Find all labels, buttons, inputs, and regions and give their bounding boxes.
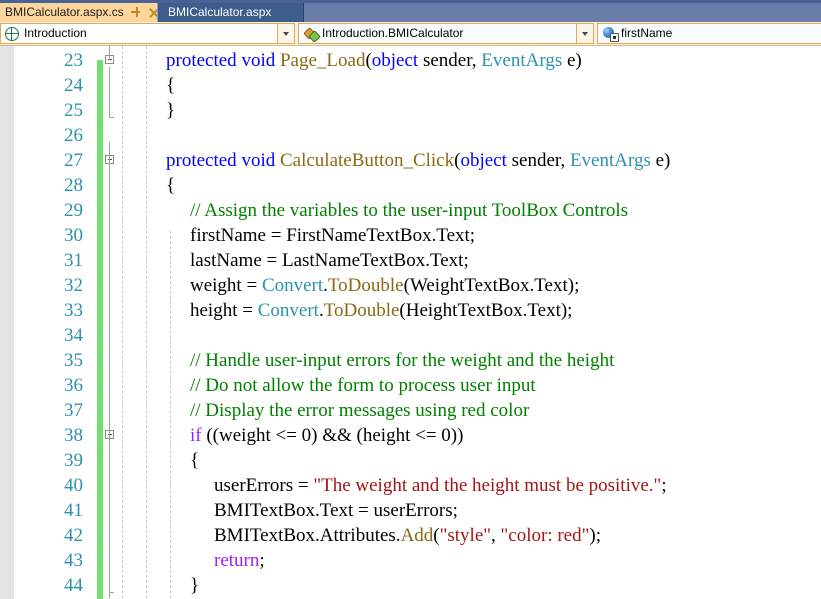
code-line[interactable]: { bbox=[166, 73, 175, 98]
code-line[interactable]: } bbox=[166, 98, 175, 123]
code-token: Add bbox=[400, 525, 434, 546]
code-token: // Handle user-input errors for the weig… bbox=[190, 350, 615, 371]
navigation-bar: Introduction Introduction.BMICalculator … bbox=[0, 22, 821, 46]
code-token: userErrors = bbox=[214, 475, 314, 496]
class-dropdown[interactable]: Introduction.BMICalculator bbox=[298, 23, 594, 44]
code-token: ; bbox=[661, 475, 667, 496]
code-line[interactable]: BMITextBox.Text = userErrors; bbox=[214, 498, 458, 523]
code-line[interactable]: userErrors = "The weight and the height … bbox=[214, 473, 667, 498]
code-line[interactable]: lastName = LastNameTextBox.Text; bbox=[190, 248, 469, 273]
class-dropdown-label: Introduction.BMICalculator bbox=[322, 26, 464, 40]
code-line[interactable]: // Assign the variables to the user-inpu… bbox=[190, 198, 628, 223]
code-token: // Display the error messages using red … bbox=[190, 400, 530, 421]
code-token: { bbox=[166, 75, 176, 96]
code-token: void bbox=[241, 50, 280, 71]
code-token: EventArgs bbox=[481, 50, 563, 71]
pin-icon[interactable] bbox=[130, 7, 141, 18]
code-token: , bbox=[491, 525, 501, 546]
code-token: protected bbox=[166, 150, 242, 171]
code-token: object bbox=[371, 50, 419, 71]
code-token: sender, bbox=[418, 50, 482, 71]
code-token: height = bbox=[190, 300, 258, 321]
code-token: EventArgs bbox=[569, 150, 651, 171]
code-token: { bbox=[166, 175, 176, 196]
code-line[interactable]: BMITextBox.Attributes.Add("style", "colo… bbox=[214, 523, 601, 548]
globe-icon bbox=[5, 27, 19, 41]
code-token: } bbox=[166, 100, 176, 121]
code-line[interactable]: height = Convert.ToDouble(HeightTextBox.… bbox=[190, 298, 572, 323]
code-token: ((weight <= 0) && (height <= 0)) bbox=[201, 425, 464, 446]
code-token: e) bbox=[650, 150, 671, 171]
code-line[interactable]: } bbox=[190, 573, 199, 598]
code-token: ); bbox=[589, 525, 601, 546]
project-dropdown[interactable]: Introduction bbox=[0, 23, 295, 44]
member-dropdown[interactable]: firstName bbox=[597, 23, 821, 44]
code-token: "style" bbox=[439, 525, 492, 546]
code-line[interactable]: // Display the error messages using red … bbox=[190, 398, 529, 423]
code-token: (HeightTextBox.Text); bbox=[399, 300, 573, 321]
code-token: e) bbox=[562, 50, 582, 71]
code-line[interactable]: { bbox=[166, 173, 175, 198]
code-line[interactable]: { bbox=[190, 448, 199, 473]
tab-label: BMICalculator.aspx.cs bbox=[5, 5, 124, 19]
code-text-area[interactable]: protected void Page_Load(object sender, … bbox=[0, 46, 821, 599]
code-token: { bbox=[190, 450, 200, 471]
code-token: ToDouble bbox=[323, 300, 400, 321]
tab-bmicalculator-aspx[interactable]: BMICalculator.aspx bbox=[157, 3, 304, 22]
code-token: BMITextBox.Text = userErrors; bbox=[214, 500, 458, 521]
code-line[interactable]: protected void Page_Load(object sender, … bbox=[166, 48, 582, 73]
code-token: CalculateButton_Click bbox=[279, 150, 455, 171]
code-token: ; bbox=[259, 550, 265, 571]
code-token: BMITextBox.Attributes. bbox=[214, 525, 401, 546]
code-token: Convert bbox=[257, 300, 319, 321]
member-dropdown-label: firstName bbox=[621, 26, 673, 40]
code-token: if bbox=[190, 425, 202, 446]
code-line[interactable]: if ((weight <= 0) && (height <= 0)) bbox=[190, 423, 463, 448]
private-field-icon bbox=[603, 27, 619, 42]
code-line[interactable]: weight = Convert.ToDouble(WeightTextBox.… bbox=[190, 273, 579, 298]
code-token: weight = bbox=[190, 275, 262, 296]
class-icon bbox=[303, 27, 321, 43]
code-token: } bbox=[190, 575, 200, 596]
tab-label: BMICalculator.aspx bbox=[168, 5, 272, 19]
code-line[interactable]: firstName = FirstNameTextBox.Text; bbox=[190, 223, 475, 248]
chevron-down-icon[interactable] bbox=[576, 24, 593, 43]
code-token: // Assign the variables to the user-inpu… bbox=[190, 200, 629, 221]
project-dropdown-label: Introduction bbox=[24, 26, 87, 40]
code-token: // Do not allow the form to process user… bbox=[190, 375, 536, 396]
tab-bmicalculator-aspx-cs[interactable]: BMICalculator.aspx.cs bbox=[0, 3, 157, 22]
code-token: ToDouble bbox=[327, 275, 404, 296]
code-token: Convert bbox=[261, 275, 324, 296]
code-token: firstName = FirstNameTextBox.Text; bbox=[190, 225, 476, 246]
editor-tab-bar: BMICalculator.aspx.cs BMICalculator.aspx bbox=[0, 3, 821, 22]
code-token: (WeightTextBox.Text); bbox=[403, 275, 580, 296]
code-line[interactable]: return; bbox=[214, 548, 265, 573]
code-editor[interactable]: 23 24 25 26 27 28 29 30 31 32 33 34 35 36 37 38 39 40 41 42… bbox=[0, 46, 821, 599]
code-line[interactable]: // Handle user-input errors for the weig… bbox=[190, 348, 614, 373]
code-line[interactable]: // Do not allow the form to process user… bbox=[190, 373, 536, 398]
code-token: lastName = LastNameTextBox.Text; bbox=[190, 250, 469, 271]
code-line[interactable]: protected void CalculateButton_Click(obj… bbox=[166, 148, 670, 173]
code-token: return bbox=[214, 550, 260, 571]
chevron-down-icon[interactable] bbox=[277, 24, 294, 43]
code-token: "The weight and the height must be posit… bbox=[313, 475, 662, 496]
code-token: object bbox=[460, 150, 507, 171]
code-token: Page_Load bbox=[279, 50, 366, 71]
code-token: void bbox=[241, 150, 280, 171]
code-token: sender, bbox=[506, 150, 570, 171]
code-token: "color: red" bbox=[500, 525, 590, 546]
code-token: protected bbox=[166, 50, 242, 71]
